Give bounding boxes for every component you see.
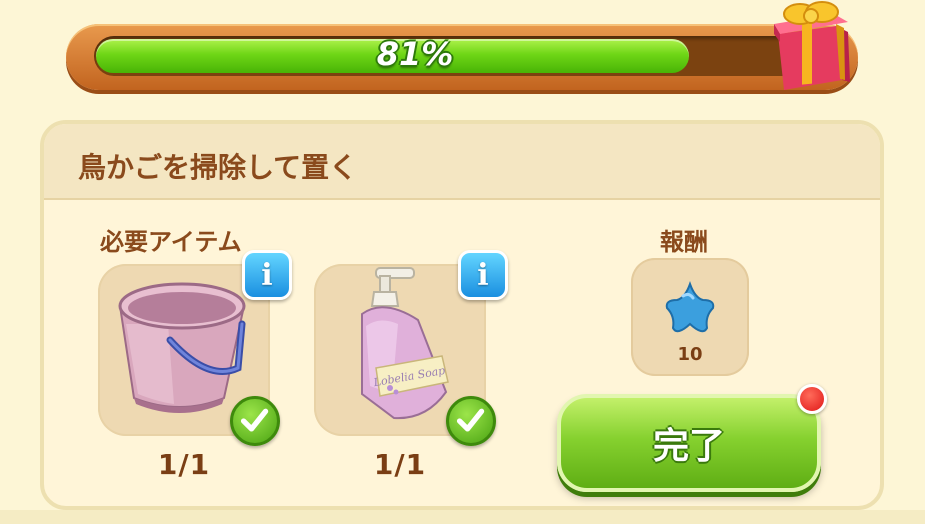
check-icon [230,396,280,446]
reward-slot[interactable]: 10 [631,258,749,376]
task-panel: 鳥かごを掃除して置く 必要アイテム 報酬 i 1/1 Lobelia Soap [40,120,884,510]
bottom-strip [0,510,925,524]
info-icon: i [261,257,273,293]
check-icon [446,396,496,446]
info-button-bucket[interactable]: i [242,250,292,300]
reward-amount: 10 [677,344,703,365]
panel-header: 鳥かごを掃除して置く [44,124,880,200]
item-count-soap: 1/1 [373,448,427,481]
required-items-label: 必要アイテム [100,228,242,256]
blue-star-icon [665,281,715,333]
gift-box-icon[interactable] [770,0,850,92]
complete-button[interactable]: 完了 [557,394,821,492]
progress-percent: 81% [376,35,454,73]
reward-label: 報酬 [660,228,708,256]
item-count-bucket: 1/1 [157,448,211,481]
complete-button-label: 完了 [652,426,725,467]
notification-dot [797,384,827,414]
info-button-soap[interactable]: i [458,250,508,300]
info-icon: i [477,257,489,293]
task-title: 鳥かごを掃除して置く [78,151,358,184]
